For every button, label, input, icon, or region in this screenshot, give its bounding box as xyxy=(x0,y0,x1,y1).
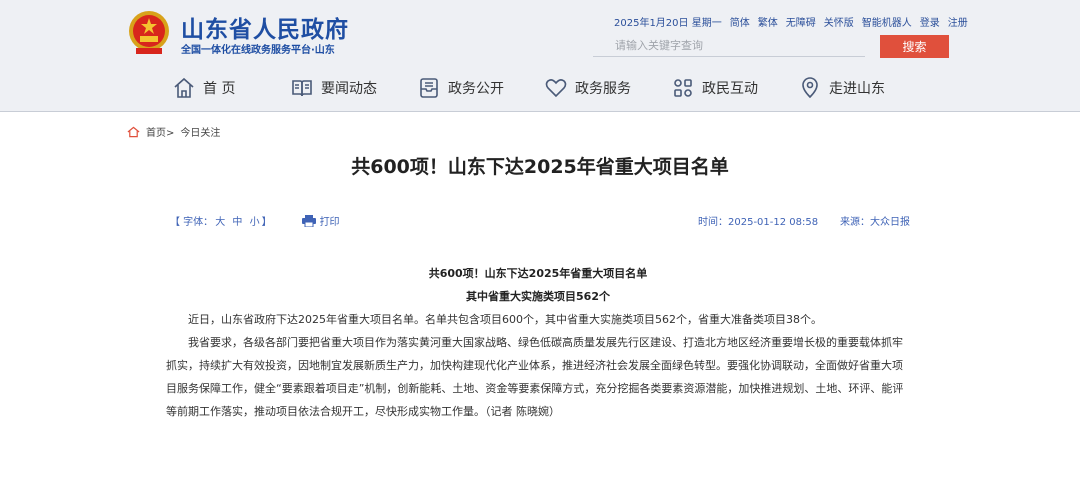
home-icon xyxy=(174,77,194,98)
font-size-medium[interactable]: 中 xyxy=(232,217,242,228)
national-emblem-icon[interactable] xyxy=(128,10,170,56)
book-icon xyxy=(292,80,312,97)
font-size-options: 大 中 小 xyxy=(213,213,261,228)
font-size-large[interactable]: 大 xyxy=(215,217,225,228)
link-traditional[interactable]: 繁体 xyxy=(758,14,778,29)
breadcrumb-current[interactable]: 今日关注 xyxy=(180,124,220,139)
main-nav: 首 页 要闻动态 政务公开 政务服务 政民互动 走进山东 xyxy=(172,72,908,104)
top-links: 2025年1月20日 星期一 简体 繁体 无障碍 关怀版 智能机器人 登录 注册 xyxy=(614,14,968,29)
article-heading: 共600项！山东下达2025年省重大项目名单 xyxy=(428,267,648,280)
nav-label: 政务公开 xyxy=(448,81,504,97)
home-icon xyxy=(127,126,140,137)
heart-icon xyxy=(545,79,567,98)
article-tools: 【 字体： 大 中 小 】 打印 xyxy=(170,213,340,228)
article-paragraph: 我省要求，各级各部门要把省重大项目作为落实黄河重大国家战略、绿色低碳高质量发展先… xyxy=(166,336,904,418)
nav-item-shandong[interactable]: 走进山东 xyxy=(798,72,908,104)
nav-item-news[interactable]: 要闻动态 xyxy=(290,72,417,104)
article-subheading: 其中省重大实施类项目562个 xyxy=(466,290,610,303)
nav-label: 政务服务 xyxy=(575,81,631,97)
breadcrumb: 首页> 今日关注 xyxy=(127,124,220,139)
article-paragraph: 近日，山东省政府下达2025年省重大项目名单。名单共包含项目600个，其中省重大… xyxy=(188,313,822,326)
site-header: 山东省人民政府 全国一体化在线政务服务平台·山东 2025年1月20日 星期一 … xyxy=(0,0,1080,112)
link-login[interactable]: 登录 xyxy=(920,14,940,29)
nav-item-home[interactable]: 首 页 xyxy=(172,72,290,104)
nav-label: 走进山东 xyxy=(829,81,885,97)
nav-item-gov-affairs[interactable]: 政务公开 xyxy=(417,72,544,104)
location-icon xyxy=(802,77,818,99)
link-simplified[interactable]: 简体 xyxy=(730,14,750,29)
article-title: 共600项！山东下达2025年省重大项目名单 xyxy=(351,156,729,178)
font-size-small[interactable]: 小 xyxy=(250,217,260,228)
nav-label: 要闻动态 xyxy=(321,81,377,97)
link-accessibility[interactable]: 无障碍 xyxy=(786,14,816,29)
print-button[interactable]: 打印 xyxy=(301,213,340,228)
link-register[interactable]: 注册 xyxy=(948,14,968,29)
site-title[interactable]: 山东省人民政府 xyxy=(181,10,349,44)
nav-label: 首 页 xyxy=(203,81,236,97)
article-body: 共600项！山东下达2025年省重大项目名单 其中省重大实施类项目562个 近日… xyxy=(166,262,910,423)
nav-item-interaction[interactable]: 政民互动 xyxy=(671,72,798,104)
printer-icon xyxy=(301,214,316,227)
site-subtitle[interactable]: 全国一体化在线政务服务平台·山东 xyxy=(181,41,335,56)
nav-label: 政民互动 xyxy=(702,81,758,97)
link-robot[interactable]: 智能机器人 xyxy=(862,14,912,29)
article-source: 来源：大众日报 xyxy=(840,217,910,228)
search-input[interactable] xyxy=(593,35,865,57)
inbox-icon xyxy=(420,78,438,98)
publish-time: 时间：2025-01-12 08:58 xyxy=(698,217,819,228)
font-size-close: 】 xyxy=(261,217,272,228)
nav-item-gov-services[interactable]: 政务服务 xyxy=(544,72,671,104)
search-button[interactable]: 搜索 xyxy=(880,35,949,58)
current-date: 2025年1月20日 星期一 xyxy=(614,18,722,29)
interaction-icon xyxy=(674,79,692,97)
font-size-label: 【 字体： xyxy=(170,217,214,228)
link-care-version[interactable]: 关怀版 xyxy=(824,14,854,29)
breadcrumb-home[interactable]: 首页> xyxy=(146,124,174,139)
